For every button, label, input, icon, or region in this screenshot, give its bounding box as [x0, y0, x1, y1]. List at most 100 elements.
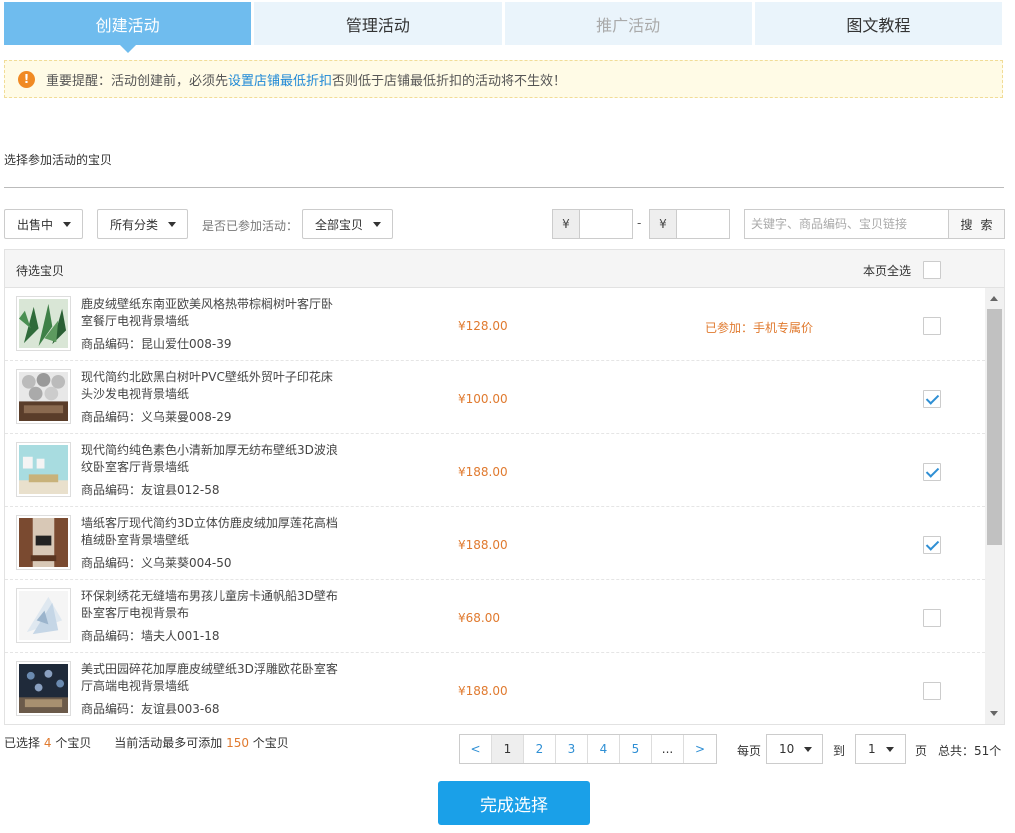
page-button-3[interactable]: 3 — [556, 735, 588, 763]
category-dropdown[interactable]: 所有分类 — [97, 209, 188, 239]
row-checkbox[interactable] — [923, 682, 941, 700]
goto-page-select[interactable]: 1 — [855, 734, 906, 764]
product-title[interactable]: 墙纸客厅现代简约3D立体仿鹿皮绒加厚莲花高档植绒卧室背景墙壁纸 — [81, 515, 341, 549]
search-input[interactable] — [745, 210, 948, 238]
product-title[interactable]: 鹿皮绒壁纸东南亚欧美风格热带棕榈树叶客厅卧室餐厅电视背景墙纸 — [81, 296, 341, 330]
tab-create-activity[interactable]: 创建活动 — [4, 2, 252, 53]
tab-manage-activity[interactable]: 管理活动 — [254, 2, 502, 45]
goto-page-value: 1 — [868, 742, 876, 756]
row-checkbox[interactable] — [923, 463, 941, 481]
table-row: 环保刺绣花无缝墙布男孩儿童房卡通帆船3D壁布卧室客厅电视背景布 商品编码：墙夫人… — [5, 580, 985, 653]
chevron-down-icon — [804, 746, 813, 752]
selected-count: 4 — [43, 736, 52, 750]
product-price: ¥188.00 — [458, 684, 508, 698]
max-price-field: ¥ — [649, 209, 730, 239]
product-thumbnail[interactable] — [16, 661, 71, 716]
page-button-2[interactable]: 2 — [524, 735, 556, 763]
tab-tutorial[interactable]: 图文教程 — [754, 2, 1002, 45]
product-thumbnail[interactable] — [16, 296, 71, 351]
price-range-dash: - — [637, 216, 642, 230]
table-row: 墙纸客厅现代简约3D立体仿鹿皮绒加厚莲花高档植绒卧室背景墙壁纸 商品编码：义乌莱… — [5, 507, 985, 580]
product-price: ¥188.00 — [458, 465, 508, 479]
category-dropdown-value: 所有分类 — [110, 217, 159, 232]
product-thumbnail[interactable] — [16, 369, 71, 424]
max-suffix: 个宝贝 — [252, 736, 289, 750]
per-page-value: 10 — [779, 742, 795, 756]
currency-symbol: ¥ — [553, 210, 580, 238]
page-button-1[interactable]: 1 — [492, 735, 524, 763]
tab-promote-activity[interactable]: 推广活动 — [504, 2, 752, 45]
product-list: 鹿皮绒壁纸东南亚欧美风格热带棕榈树叶客厅卧室餐厅电视背景墙纸 商品编码：昆山爱仕… — [5, 288, 985, 724]
search-button[interactable]: 搜索 — [948, 210, 1004, 238]
product-code: 商品编码：墙夫人001-18 — [81, 629, 220, 643]
chevron-down-icon — [885, 746, 894, 752]
min-price-field: ¥ — [552, 209, 633, 239]
per-page-label: 每页 — [737, 744, 762, 758]
important-notice: ! 重要提醒：活动创建前，必须先 设置店铺最低折扣 否则低于店铺最低折扣的活动将不生… — [4, 60, 1003, 98]
product-thumbnail[interactable] — [16, 588, 71, 643]
product-code: 商品编码：昆山爱仕008-39 — [81, 337, 232, 351]
product-title[interactable]: 环保刺绣花无缝墙布男孩儿童房卡通帆船3D壁布卧室客厅电视背景布 — [81, 588, 341, 622]
status-dropdown-value: 出售中 — [17, 217, 54, 232]
joined-filter-label: 是否已参加活动： — [202, 219, 299, 233]
next-page-button[interactable]: > — [684, 735, 716, 763]
goto-label: 到 — [833, 744, 846, 758]
per-page-select[interactable]: 10 — [766, 734, 823, 764]
row-checkbox[interactable] — [923, 609, 941, 627]
product-price: ¥100.00 — [458, 392, 508, 406]
min-price-input[interactable] — [580, 210, 632, 238]
product-price: ¥128.00 — [458, 319, 508, 333]
vertical-scrollbar[interactable] — [985, 288, 1004, 724]
status-dropdown[interactable]: 出售中 — [4, 209, 83, 239]
header-candidate-items: 待选宝贝 — [16, 264, 65, 278]
product-title[interactable]: 现代简约北欧黑白树叶PVC壁纸外贸叶子印花床头沙发电视背景墙纸 — [81, 369, 341, 403]
selection-info: 已选择 4 个宝贝 当前活动最多可添加 150 个宝贝 — [4, 734, 289, 751]
section-title: 选择参加活动的宝贝 — [4, 153, 113, 167]
scroll-down-icon[interactable] — [990, 711, 998, 716]
scroll-up-icon[interactable] — [990, 296, 998, 301]
scrollbar-thumb[interactable] — [987, 309, 1002, 545]
max-prefix: 当前活动最多可添加 — [114, 736, 223, 750]
header-select-all-label: 本页全选 — [863, 264, 912, 278]
row-checkbox[interactable] — [923, 317, 941, 335]
set-min-discount-link[interactable]: 设置店铺最低折扣 — [228, 70, 332, 89]
warning-icon: ! — [18, 70, 35, 88]
chevron-down-icon — [373, 221, 382, 227]
search-box: 搜索 — [744, 209, 1005, 239]
table-header: 待选宝贝 本页全选 — [5, 250, 1004, 288]
product-thumbnail[interactable] — [16, 515, 71, 570]
table-row: 现代简约北欧黑白树叶PVC壁纸外贸叶子印花床头沙发电视背景墙纸 商品编码：义乌莱… — [5, 361, 985, 434]
max-count: 150 — [226, 736, 249, 750]
notice-suffix: 否则低于店铺最低折扣的活动将不生效！ — [332, 73, 567, 89]
prev-page-button[interactable]: < — [460, 735, 492, 763]
max-price-input[interactable] — [677, 210, 729, 238]
row-checkbox[interactable] — [923, 390, 941, 408]
currency-symbol: ¥ — [650, 210, 677, 238]
page-button-4[interactable]: 4 — [588, 735, 620, 763]
page-ellipsis: ... — [652, 735, 684, 763]
finish-selection-button[interactable]: 完成选择 — [438, 781, 590, 825]
joined-status: 已参加：手机专属价 — [705, 321, 814, 335]
pagination: < 1 2 3 4 5 ... > — [459, 734, 717, 764]
notice-prefix: 重要提醒：活动创建前，必须先 — [46, 73, 229, 89]
chevron-down-icon — [63, 221, 72, 227]
page-unit-label: 页 — [915, 744, 928, 758]
product-code: 商品编码：义乌莱曼008-29 — [81, 410, 232, 424]
selected-suffix: 个宝贝 — [55, 736, 92, 750]
product-table: 待选宝贝 本页全选 鹿皮绒壁纸东南亚欧美风格热带棕榈树叶客厅卧室餐厅电视背景墙纸… — [4, 249, 1005, 725]
product-price: ¥68.00 — [458, 611, 500, 625]
page-button-5[interactable]: 5 — [620, 735, 652, 763]
row-checkbox[interactable] — [923, 536, 941, 554]
joined-dropdown[interactable]: 全部宝贝 — [302, 209, 393, 239]
product-code: 商品编码：义乌莱葵004-50 — [81, 556, 232, 570]
product-thumbnail[interactable] — [16, 442, 71, 497]
table-row: 鹿皮绒壁纸东南亚欧美风格热带棕榈树叶客厅卧室餐厅电视背景墙纸 商品编码：昆山爱仕… — [5, 288, 985, 361]
select-all-checkbox[interactable] — [923, 261, 941, 279]
selected-prefix: 已选择 — [4, 736, 41, 750]
product-title[interactable]: 现代简约纯色素色小清新加厚无纺布壁纸3D波浪纹卧室客厅背景墙纸 — [81, 442, 341, 476]
top-tabs: 创建活动 管理活动 推广活动 图文教程 — [4, 2, 1002, 53]
product-price: ¥188.00 — [458, 538, 508, 552]
product-title[interactable]: 美式田园碎花加厚鹿皮绒壁纸3D浮雕欧花卧室客厅高端电视背景墙纸 — [81, 661, 341, 695]
joined-dropdown-value: 全部宝贝 — [315, 217, 364, 232]
product-code: 商品编码：友谊县003-68 — [81, 702, 220, 716]
